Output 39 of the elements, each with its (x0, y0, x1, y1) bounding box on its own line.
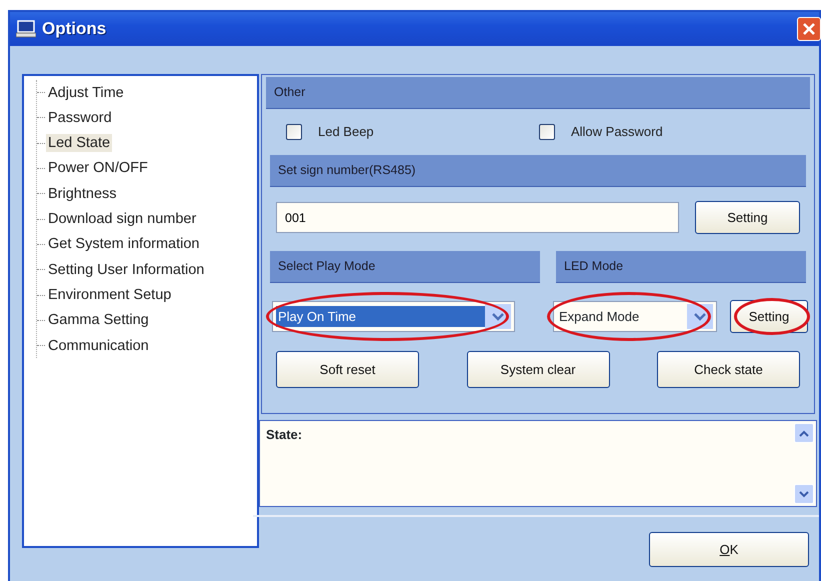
chevron-up-icon (799, 430, 809, 436)
action-button[interactable]: Soft reset (276, 351, 419, 388)
section-header: Other (266, 77, 810, 109)
section-header: Set sign number(RS485) (270, 155, 806, 187)
checkbox[interactable] (286, 124, 302, 140)
checkbox-label: Allow Password (570, 123, 663, 142)
section-header: Select Play Mode (270, 251, 540, 283)
tree-item[interactable]: Power ON/OFF (46, 159, 150, 178)
window-title: Options (42, 18, 106, 40)
action-button[interactable]: Check state (657, 351, 800, 388)
chevron-down-icon (799, 490, 809, 498)
computer-icon (16, 20, 36, 38)
ok-button[interactable]: OK (649, 532, 809, 567)
led-mode-dropdown[interactable]: Expand Mode (553, 301, 717, 332)
tree-item[interactable]: Password (46, 108, 114, 127)
tree-item[interactable]: Get System information (46, 235, 202, 254)
close-button[interactable] (797, 17, 821, 41)
play-mode-dropdown[interactable]: Play On Time (272, 301, 515, 332)
state-label: State: (265, 426, 304, 444)
sign-number-field[interactable]: 001 (276, 202, 679, 233)
setting-button[interactable]: Setting (695, 201, 800, 234)
tree-item[interactable]: Environment Setup (46, 286, 174, 304)
tree-item[interactable]: Gamma Setting (46, 311, 151, 330)
checkbox-label: Led Beep (318, 123, 374, 142)
chevron-down-icon (694, 312, 706, 320)
checkbox[interactable] (538, 124, 555, 140)
tree-item[interactable]: Download sign number (46, 210, 198, 228)
tree-item[interactable]: Brightness (46, 184, 119, 203)
tree-item[interactable]: Setting User Information (46, 260, 206, 279)
chevron-down-icon (492, 312, 504, 320)
tree-item[interactable]: Adjust Time (46, 84, 126, 102)
scroll-down-button[interactable] (794, 484, 814, 504)
close-icon (802, 22, 816, 36)
tree-item[interactable]: Led State (46, 134, 112, 152)
section-header: LED Mode (556, 251, 806, 283)
scroll-up-button[interactable] (794, 423, 814, 443)
state-box[interactable]: State: (259, 420, 817, 507)
action-button[interactable]: System clear (466, 351, 610, 388)
tree-item[interactable]: Communication (46, 336, 151, 355)
